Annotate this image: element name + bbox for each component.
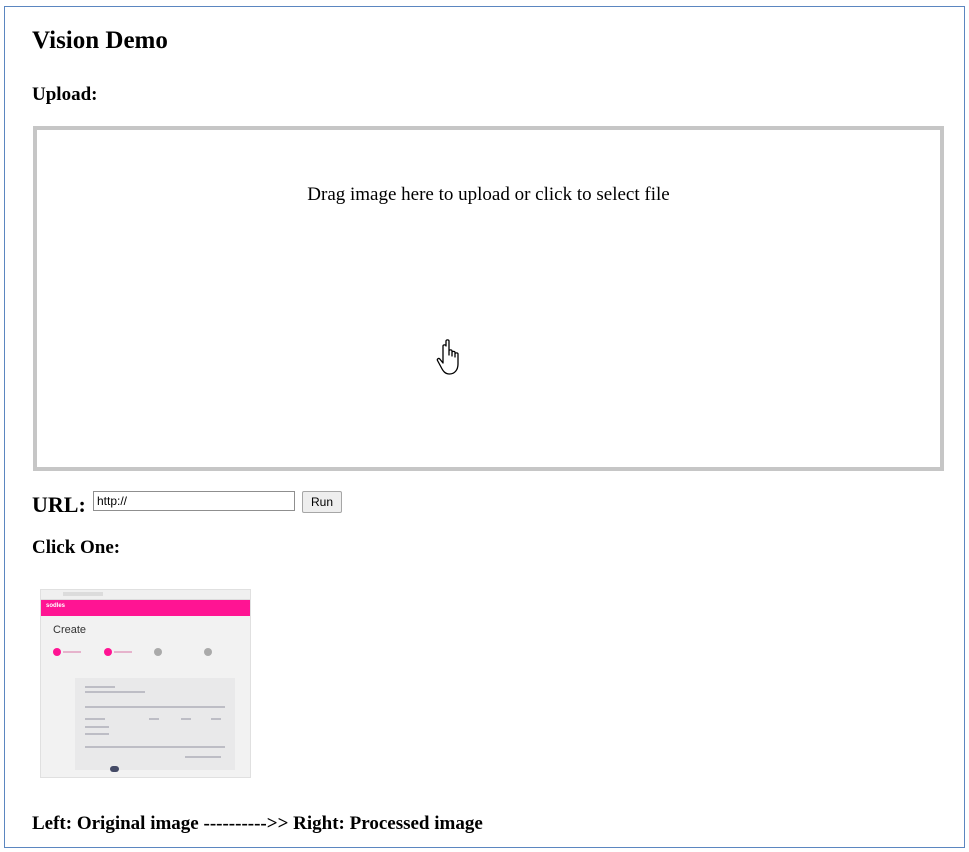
result-caption: Left: Original image ---------->> Right:… xyxy=(32,813,483,834)
run-button[interactable]: Run xyxy=(302,491,342,513)
thumbnail-step-dot xyxy=(104,648,112,656)
example-image-thumbnail[interactable]: sodles Create xyxy=(40,589,251,778)
dropzone-text: Drag image here to upload or click to se… xyxy=(307,184,670,205)
page-title: Vision Demo xyxy=(32,27,168,54)
url-input[interactable] xyxy=(93,491,295,511)
thumbnail-browser-bar xyxy=(41,590,250,600)
thumbnail-app-bar: sodles xyxy=(41,600,250,616)
click-one-label: Click One: xyxy=(32,537,121,558)
url-label: URL: xyxy=(32,492,86,517)
thumbnail-step-dot xyxy=(53,648,61,656)
hand-pointer-icon xyxy=(436,339,459,375)
upload-dropzone[interactable]: Drag image here to upload or click to se… xyxy=(33,126,944,471)
thumbnail-card xyxy=(75,678,235,770)
thumbnail-brand: sodles xyxy=(46,603,66,609)
thumbnail-step-dot xyxy=(204,648,212,656)
upload-label: Upload: xyxy=(32,84,98,105)
thumbnail-heading: Create xyxy=(53,624,87,636)
thumbnail-badge xyxy=(110,766,119,772)
thumbnail-step-dot xyxy=(154,648,162,656)
